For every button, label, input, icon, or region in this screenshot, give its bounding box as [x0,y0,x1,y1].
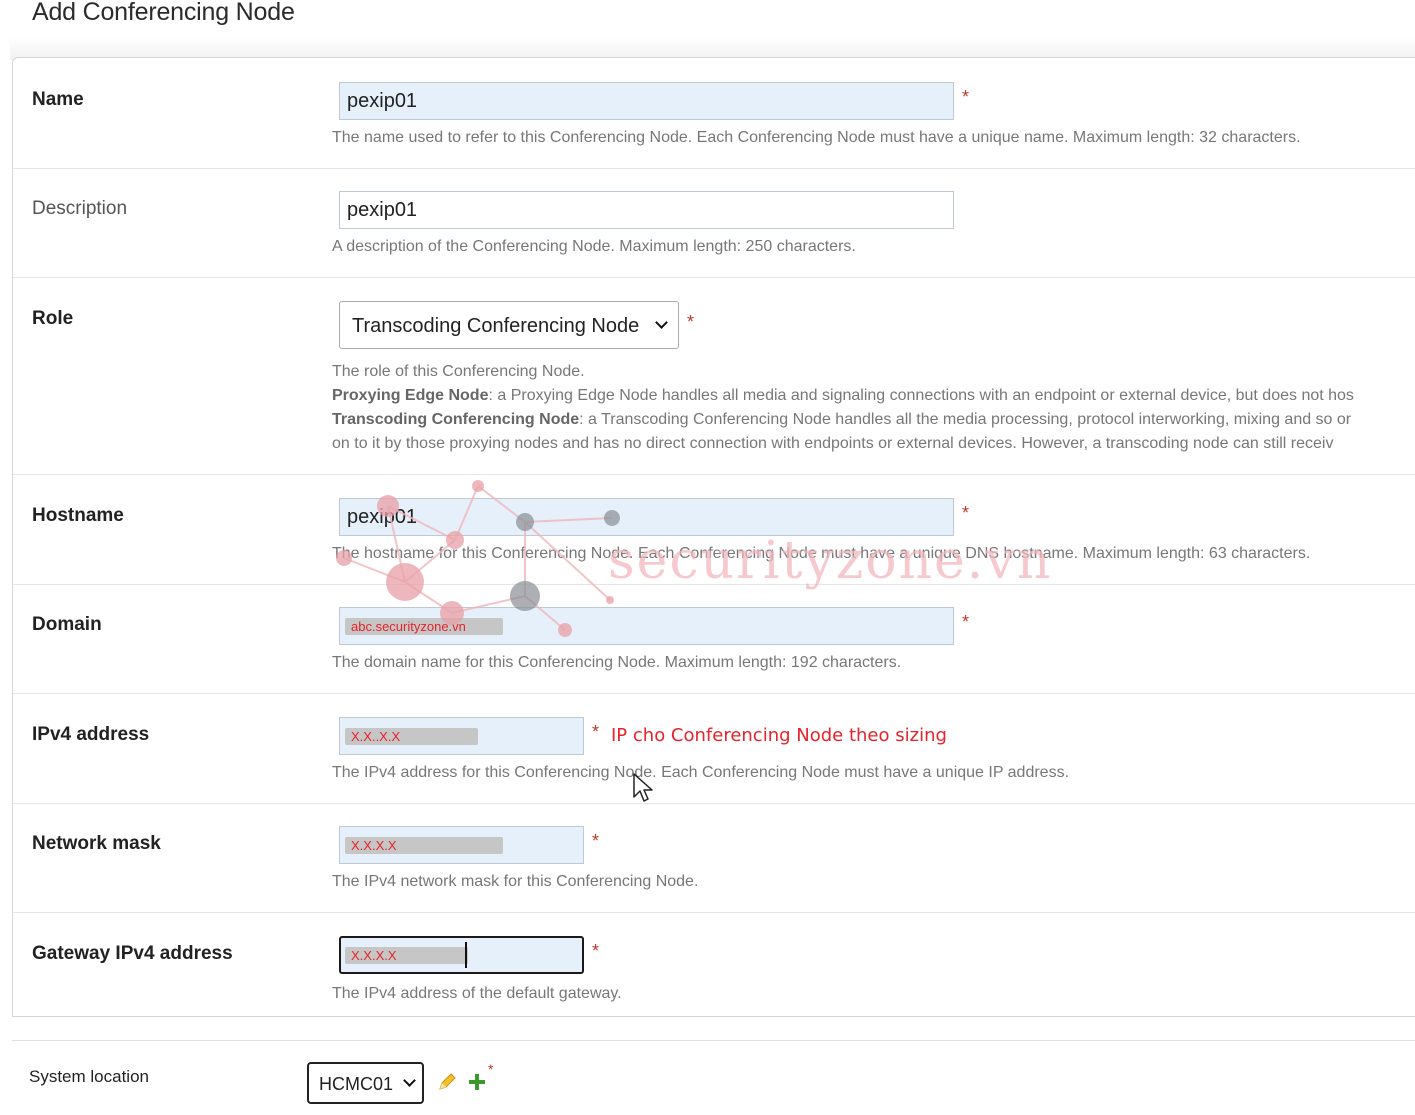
required-marker: * [592,831,600,851]
system-location-value: HCMC01 [319,1074,394,1094]
text-cursor [465,942,467,968]
role-help-transcoding-term: Transcoding Conferencing Node [332,411,580,428]
role-help-transcoding: Transcoding Conferencing Node: a Transco… [332,411,1351,429]
role-help-proxying-term: Proxying Edge Node [332,387,489,404]
ipv4-redacted-value: X.X..X.X [345,728,478,745]
row-description: Description pexip01 A description of the… [13,169,1415,278]
required-marker: * [962,87,970,107]
description-label: Description [32,198,128,219]
ipv4-label: IPv4 address [32,724,150,745]
gateway-help: The IPv4 address of the default gateway. [332,985,622,1002]
required-marker: * [592,941,600,961]
gateway-redacted-value: X.X.X.X [345,947,468,964]
netmask-help: The IPv4 network mask for this Conferenc… [332,873,699,890]
role-help-transcoding-text: : a Transcoding Conferencing Node handle… [579,411,1352,428]
gateway-label: Gateway IPv4 address [32,943,233,964]
role-select-value: Transcoding Conferencing Node [352,315,640,337]
gateway-input[interactable]: X.X.X.X [339,936,584,974]
form-panel: Name pexip01 * The name used to refer to… [12,57,1415,1017]
name-label: Name [32,89,84,110]
system-location-label: System location [29,1067,149,1086]
row-gateway: Gateway IPv4 address X.X.X.X * The IPv4 … [13,913,1415,1018]
netmask-label: Network mask [32,833,161,854]
chevron-down-icon [655,316,668,329]
ipv4-annotation: IP cho Conferencing Node theo sizing [611,725,947,746]
role-label: Role [32,308,74,329]
required-marker: * [592,722,600,742]
role-help-transcoding-cont: on to it by those proxying nodes and has… [332,435,1334,452]
required-marker: * [962,612,970,632]
ipv4-input[interactable]: X.X..X.X [339,717,584,755]
domain-redacted-value: abc.securityzone.vn [345,618,503,635]
hostname-label: Hostname [32,505,124,526]
row-ipv4: IPv4 address X.X..X.X * The IPv4 address… [13,694,1415,804]
netmask-redacted-value: X.X.X.X [345,837,503,854]
domain-input[interactable]: abc.securityzone.vn [339,607,954,645]
system-location-select[interactable]: HCMC01 [307,1062,424,1104]
page-title: Add Conferencing Node [32,0,295,26]
domain-help: The domain name for this Conferencing No… [332,654,902,671]
description-help: A description of the Conferencing Node. … [332,238,856,255]
netmask-input[interactable]: X.X.X.X [339,826,584,864]
pencil-icon[interactable] [437,1072,457,1092]
row-system-location: System location HCMC01 * [12,1040,1415,1115]
ipv4-help: The IPv4 address for this Conferencing N… [332,764,1070,781]
name-input[interactable]: pexip01 [339,82,954,120]
row-domain: Domain abc.securityzone.vn * The domain … [13,585,1415,694]
role-select[interactable]: Transcoding Conferencing Node [339,301,679,349]
required-marker: * [962,503,970,523]
role-help-proxying: Proxying Edge Node: a Proxying Edge Node… [332,387,1354,405]
row-hostname: Hostname pexip01 * The hostname for this… [13,475,1415,585]
role-help-proxying-text: : a Proxying Edge Node handles all media… [488,387,1354,404]
domain-label: Domain [32,614,102,635]
required-marker: * [687,312,695,332]
hostname-help: The hostname for this Conferencing Node.… [332,545,1311,562]
description-input[interactable]: pexip01 [339,191,954,229]
chevron-down-icon [403,1074,416,1087]
row-netmask: Network mask X.X.X.X * The IPv4 network … [13,804,1415,913]
required-marker: * [488,1061,494,1077]
row-name: Name pexip01 * The name used to refer to… [13,58,1415,169]
row-role: Role Transcoding Conferencing Node * The… [13,278,1415,475]
name-help: The name used to refer to this Conferenc… [332,129,1301,146]
plus-icon[interactable] [468,1073,486,1091]
hostname-input[interactable]: pexip01 [339,498,954,536]
role-help-intro: The role of this Conferencing Node. [332,363,585,380]
mouse-pointer-icon [633,773,653,802]
